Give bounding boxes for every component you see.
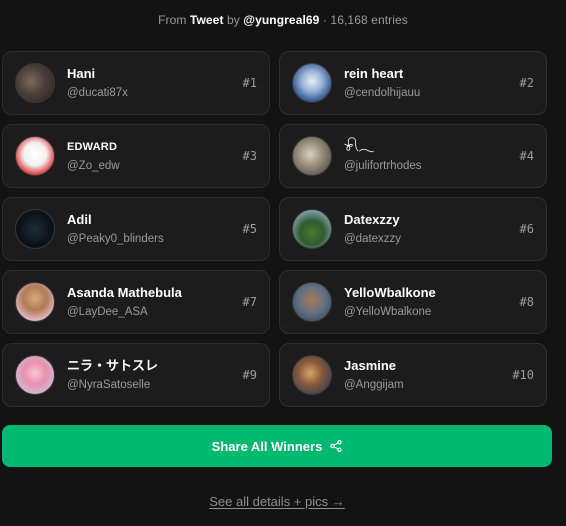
winner-card-4[interactable]: 𓍯𓂃 @julifortrhodes #4: [279, 124, 547, 188]
winner-rank: #10: [512, 368, 534, 382]
winner-info: Asanda Mathebula @LayDee_ASA: [67, 285, 182, 320]
winner-handle: @NyraSatoselle: [67, 378, 151, 391]
winner-name: Hani: [67, 65, 96, 81]
winner-name: Jasmine: [344, 357, 397, 373]
winner-name: EDWARD: [67, 140, 118, 153]
winner-handle: @datexzzy: [344, 232, 402, 245]
winner-rank: #2: [519, 76, 534, 90]
winner-handle: @Zo_edw: [67, 159, 120, 172]
winner-name: Asanda Mathebula: [67, 284, 182, 300]
winner-rank: #4: [519, 149, 534, 163]
winner-handle: @Peaky0_blinders: [67, 232, 164, 245]
entries-summary: From Tweet by @yungreal69 · 16,168 entri…: [0, 13, 566, 27]
entries-count: · 16,168 entries: [322, 13, 408, 27]
winner-card-5[interactable]: Adil @Peaky0_blinders #5: [2, 197, 270, 261]
avatar: [292, 63, 332, 103]
winner-info: 𓍯𓂃 @julifortrhodes: [344, 139, 422, 174]
winner-name: 𓍯𓂃: [344, 138, 374, 154]
winner-rank: #7: [242, 295, 257, 309]
avatar: [15, 282, 55, 322]
winner-card-9[interactable]: ニラ・サトスレ @NyraSatoselle #9: [2, 343, 270, 407]
avatar: [15, 355, 55, 395]
avatar: [292, 355, 332, 395]
winner-handle: @YelloWbalkone: [344, 305, 432, 318]
winner-card-2[interactable]: rein heart @cendolhijauu #2: [279, 51, 547, 115]
avatar: [15, 63, 55, 103]
winner-name: YelloWbalkone: [344, 284, 436, 300]
winner-name: Datexzzy: [344, 211, 400, 227]
winner-rank: #8: [519, 295, 534, 309]
winner-handle: @julifortrhodes: [344, 159, 422, 172]
share-button-label: Share All Winners: [211, 438, 323, 454]
winner-rank: #9: [242, 368, 257, 382]
winner-name: Adil: [67, 211, 92, 227]
winner-info: Datexzzy @datexzzy: [344, 212, 401, 247]
winner-card-1[interactable]: Hani @ducati87x #1: [2, 51, 270, 115]
avatar: [15, 136, 55, 176]
avatar: [15, 209, 55, 249]
author-handle: @yungreal69: [243, 13, 320, 27]
winner-info: rein heart @cendolhijauu: [344, 66, 420, 101]
giveaway-winners-page: From Tweet by @yungreal69 · 16,168 entri…: [0, 0, 566, 526]
winner-rank: #6: [519, 222, 534, 236]
winner-card-6[interactable]: Datexzzy @datexzzy #6: [279, 197, 547, 261]
winner-handle: @Anggijam: [344, 378, 404, 391]
winner-name: ニラ・サトスレ: [67, 357, 159, 373]
by-label: by: [226, 13, 240, 27]
from-label: From: [158, 13, 187, 27]
see-all-details-link[interactable]: See all details + pics →: [0, 494, 554, 509]
avatar: [292, 136, 332, 176]
winner-handle: @cendolhijauu: [344, 86, 421, 99]
winner-card-7[interactable]: Asanda Mathebula @LayDee_ASA #7: [2, 270, 270, 334]
winner-info: Hani @ducati87x: [67, 66, 128, 101]
winner-rank: #1: [242, 76, 257, 90]
winner-rank: #3: [242, 149, 257, 163]
winner-handle: @ducati87x: [67, 86, 128, 99]
winner-info: Adil @Peaky0_blinders: [67, 212, 164, 247]
avatar: [292, 282, 332, 322]
winner-card-3[interactable]: EDWARD @Zo_edw #3: [2, 124, 270, 188]
share-icon: [330, 440, 343, 452]
winner-card-8[interactable]: YelloWbalkone @YelloWbalkone #8: [279, 270, 547, 334]
share-all-winners-button[interactable]: Share All Winners: [2, 425, 552, 467]
winner-rank: #5: [242, 222, 257, 236]
winner-name: rein heart: [344, 65, 404, 81]
avatar: [292, 209, 332, 249]
source-label: Tweet: [189, 13, 224, 27]
winner-handle: @LayDee_ASA: [67, 305, 148, 318]
winner-info: ニラ・サトスレ @NyraSatoselle: [67, 358, 158, 393]
winner-info: Jasmine @Anggijam: [344, 358, 404, 393]
winner-info: EDWARD @Zo_edw: [67, 139, 120, 174]
winner-card-10[interactable]: Jasmine @Anggijam #10: [279, 343, 547, 407]
winners-grid: Hani @ducati87x #1 rein heart @cendolhij…: [2, 51, 549, 407]
winner-info: YelloWbalkone @YelloWbalkone: [344, 285, 436, 320]
